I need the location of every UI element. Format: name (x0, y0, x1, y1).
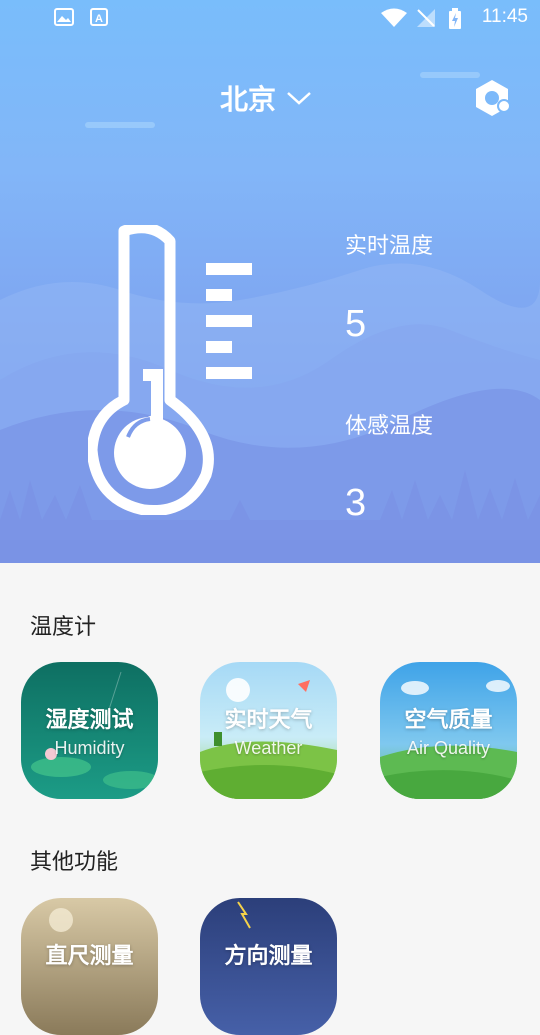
tile-subtitle: Air Quality (406, 738, 491, 758)
direction-measure-tile[interactable]: 方向测量 (200, 898, 337, 1035)
tile-title: 实时天气 (224, 708, 313, 733)
air-quality-tile[interactable]: 空气质量 Air Quality (380, 662, 517, 799)
settings-icon[interactable] (472, 78, 512, 118)
city-selector[interactable]: 北京 (220, 78, 312, 118)
status-time: 11:45 (481, 6, 528, 27)
no-signal-icon (417, 9, 435, 27)
tile-title: 直尺测量 (45, 944, 134, 969)
status-bar: A 11:45 (0, 0, 540, 36)
feels-like-label: 体感温度 (345, 414, 434, 439)
battery-charging-icon (449, 8, 461, 29)
section-title-thermometer: 温度计 (30, 615, 97, 640)
city-name: 北京 (220, 83, 277, 116)
feels-like-value: 3 (345, 482, 367, 524)
tile-subtitle: Weather (234, 738, 303, 758)
realtime-weather-tile[interactable]: 实时天气 Weather (200, 662, 337, 799)
wifi-icon (381, 8, 407, 27)
svg-text:A: A (95, 13, 103, 25)
feature-panel: 温度计 湿度测试 Humidity 实时天气 Weather 空气质量 Air … (0, 563, 540, 1035)
humidity-test-tile[interactable]: 湿度测试 Humidity (21, 662, 158, 799)
font-notification-icon: A (90, 8, 108, 26)
chevron-down-icon (287, 92, 311, 105)
realtime-temp-value: 5 (345, 303, 367, 345)
ruler-measure-tile[interactable]: 直尺测量 (21, 898, 158, 1035)
tile-title: 方向测量 (224, 944, 313, 969)
image-notification-icon (54, 8, 74, 26)
weather-header: A 11:45 北京 实时温度 5 体感温度 3 (0, 0, 540, 563)
section-title-other: 其他功能 (30, 850, 119, 875)
tile-subtitle: Humidity (54, 738, 125, 758)
realtime-temp-label: 实时温度 (345, 234, 434, 259)
tile-title: 空气质量 (404, 708, 493, 733)
thermometer-icon (88, 225, 252, 515)
tile-title: 湿度测试 (45, 708, 134, 733)
